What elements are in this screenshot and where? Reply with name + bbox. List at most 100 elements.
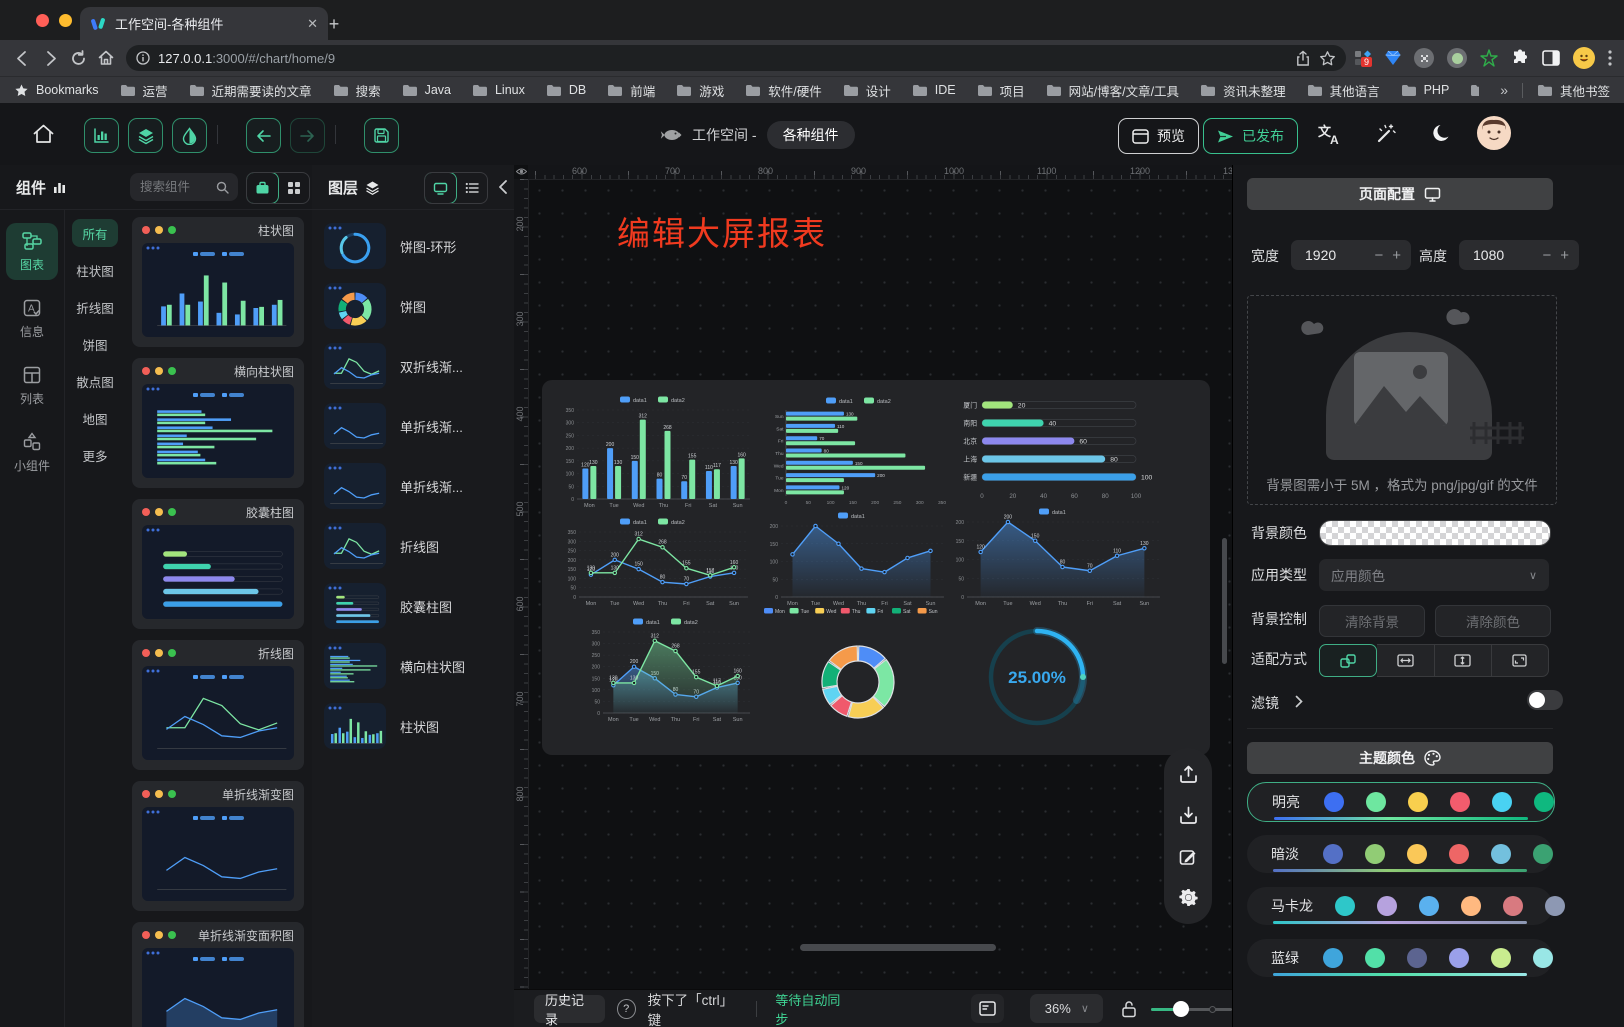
- bar-chart[interactable]: data1data2050100150200250300350Mon120130…: [558, 392, 752, 510]
- details-panel-toggle-button[interactable]: [172, 118, 207, 153]
- sidebar-category-3[interactable]: 小组件: [6, 424, 58, 481]
- collapse-panel-icon[interactable]: [498, 180, 507, 194]
- bookmark-folder[interactable]: 项目: [977, 81, 1025, 100]
- reload-icon[interactable]: [64, 44, 92, 72]
- url-text[interactable]: 127.0.0.1:3000/#/chart/home/9: [158, 51, 1287, 66]
- extension-dot-icon[interactable]: [1447, 48, 1467, 68]
- capsule-chart[interactable]: 厦门20南阳40北京60上海80新疆100020406080100: [950, 394, 1164, 500]
- bookmarks-overflow-icon[interactable]: »: [1500, 82, 1508, 98]
- share-icon[interactable]: [1295, 50, 1311, 67]
- new-tab-button[interactable]: +: [322, 12, 346, 36]
- ruler-eye-icon[interactable]: [516, 166, 527, 177]
- bookmarks-manager[interactable]: Bookmarks: [14, 83, 99, 98]
- puzzle-extensions-icon[interactable]: [1511, 49, 1529, 67]
- close-window-icon[interactable]: [36, 14, 49, 27]
- layer-item[interactable]: 单折线渐...: [324, 459, 508, 513]
- single-line-chart[interactable]: data1050100150200MonTueWedThuFriSatSun: [762, 508, 946, 608]
- bookmark-folder[interactable]: 其他语言: [1307, 81, 1380, 100]
- bookmark-folder[interactable]: IDE: [912, 83, 956, 97]
- filter-item-4[interactable]: 散点图: [72, 367, 118, 395]
- layer-item[interactable]: 胶囊柱图: [324, 579, 508, 633]
- layers-list-view-button[interactable]: [456, 173, 487, 203]
- sidebar-category-2[interactable]: 列表: [6, 357, 58, 414]
- preview-button[interactable]: 预览: [1118, 118, 1199, 154]
- site-info-icon[interactable]: [136, 51, 150, 65]
- ring-pie-chart[interactable]: MonTueWedThuFriSatSun: [756, 604, 960, 744]
- bookmark-folder[interactable]: Java: [402, 83, 451, 97]
- green-star-extension-icon[interactable]: [1480, 49, 1498, 67]
- url-bar[interactable]: 127.0.0.1:3000/#/chart/home/9: [126, 45, 1346, 71]
- dual-gradient-area-chart[interactable]: data1data2050100150200250300350MonTueWed…: [584, 614, 752, 724]
- width-plus-button[interactable]: +: [1392, 247, 1401, 264]
- bookmark-folder[interactable]: 文件服务器: [1470, 81, 1479, 100]
- fit-height-button[interactable]: [1435, 644, 1492, 677]
- clear-color-button[interactable]: 清除颜色: [1435, 605, 1551, 637]
- theme-row-3[interactable]: 蓝绿: [1247, 939, 1553, 977]
- component-card[interactable]: 柱状图: [132, 217, 304, 347]
- width-minus-button[interactable]: −: [1374, 247, 1383, 264]
- fit-stretch-button[interactable]: [1492, 644, 1549, 677]
- layer-item[interactable]: 横向柱状图: [324, 639, 508, 693]
- horizontal-scrollbar[interactable]: [800, 944, 996, 951]
- magic-wand-icon[interactable]: [1375, 123, 1396, 145]
- canvas-area[interactable]: 6007008009001000110012001300 20030040050…: [514, 165, 1232, 1027]
- filter-item-2[interactable]: 折线图: [72, 293, 118, 321]
- layers-panel-toggle-button[interactable]: [128, 118, 163, 153]
- forward-icon[interactable]: [36, 44, 64, 72]
- filter-item-0[interactable]: 所有: [72, 219, 118, 247]
- bookmark-folder[interactable]: 前端: [607, 81, 655, 100]
- component-card[interactable]: 横向柱状图: [132, 358, 304, 488]
- component-card[interactable]: 单折线渐变图: [132, 781, 304, 911]
- layer-item[interactable]: 双折线渐...: [324, 339, 508, 393]
- theme-row-2[interactable]: 马卡龙: [1247, 887, 1553, 925]
- browser-menu-icon[interactable]: [1608, 50, 1612, 66]
- progress-ring[interactable]: 25.00%: [966, 606, 1108, 744]
- profile-avatar[interactable]: [1573, 47, 1595, 69]
- filter-item-6[interactable]: 更多: [72, 441, 118, 469]
- bookmark-folder[interactable]: 运营: [120, 81, 168, 100]
- bookmark-star-icon[interactable]: [1319, 50, 1336, 67]
- component-search[interactable]: [130, 173, 238, 201]
- height-stepper[interactable]: 1080 −+: [1459, 240, 1579, 270]
- component-search-input[interactable]: [138, 179, 212, 195]
- background-color-picker[interactable]: [1319, 520, 1551, 546]
- save-button[interactable]: [364, 118, 399, 153]
- import-button[interactable]: [1175, 803, 1201, 829]
- bookmark-folder[interactable]: 软件/硬件: [745, 81, 821, 100]
- theme-row-0[interactable]: 明亮: [1247, 782, 1555, 822]
- export-button[interactable]: [1175, 762, 1201, 788]
- horizontal-bar-chart[interactable]: data1data2050100150200250300350Mon120Tue…: [764, 394, 958, 506]
- bookmark-folder[interactable]: Linux: [472, 83, 525, 97]
- app-type-select[interactable]: 应用颜色∨: [1319, 559, 1549, 591]
- edit-button[interactable]: [1175, 844, 1201, 870]
- chevron-right-icon[interactable]: [1295, 695, 1303, 708]
- bookmark-folder[interactable]: 设计: [843, 81, 891, 100]
- browser-tab[interactable]: 工作空间-各种组件 ✕: [80, 7, 328, 40]
- component-card[interactable]: 胶囊柱图: [132, 499, 304, 629]
- height-minus-button[interactable]: −: [1542, 247, 1551, 264]
- layers-thumbnail-view-button[interactable]: [424, 172, 457, 204]
- app-home-icon[interactable]: [32, 123, 55, 145]
- dark-mode-moon-icon[interactable]: [1432, 123, 1452, 144]
- tab-close-icon[interactable]: ✕: [307, 16, 318, 32]
- width-stepper[interactable]: 1920 −+: [1291, 240, 1411, 270]
- zoom-select[interactable]: 36%∨: [1030, 994, 1103, 1023]
- sidebar-toggle-icon[interactable]: [1542, 50, 1560, 66]
- background-upload-area[interactable]: 背景图需小于 5M ，格式为 png/jpg/gif 的文件: [1247, 295, 1557, 505]
- project-name-pill[interactable]: 各种组件: [767, 121, 855, 149]
- layer-item[interactable]: 饼图: [324, 279, 508, 333]
- bookmark-folder[interactable]: DB: [546, 83, 586, 97]
- history-button[interactable]: 历史记录: [534, 995, 605, 1023]
- settings-button[interactable]: [1175, 885, 1201, 911]
- bookmark-folder[interactable]: 搜索: [333, 81, 381, 100]
- layer-item[interactable]: 单折线渐...: [324, 399, 508, 453]
- layer-item[interactable]: 柱状图: [324, 699, 508, 753]
- other-bookmarks[interactable]: 其他书签: [1537, 81, 1610, 100]
- detail-panel-button[interactable]: [971, 994, 1005, 1023]
- sidebar-category-1[interactable]: A信息: [6, 290, 58, 347]
- slider-knob[interactable]: [1173, 1001, 1189, 1017]
- filter-item-1[interactable]: 柱状图: [72, 256, 118, 284]
- vertical-scrollbar[interactable]: [1222, 538, 1227, 664]
- extension-icon[interactable]: 9: [1354, 49, 1372, 67]
- minimize-window-icon[interactable]: [59, 14, 72, 27]
